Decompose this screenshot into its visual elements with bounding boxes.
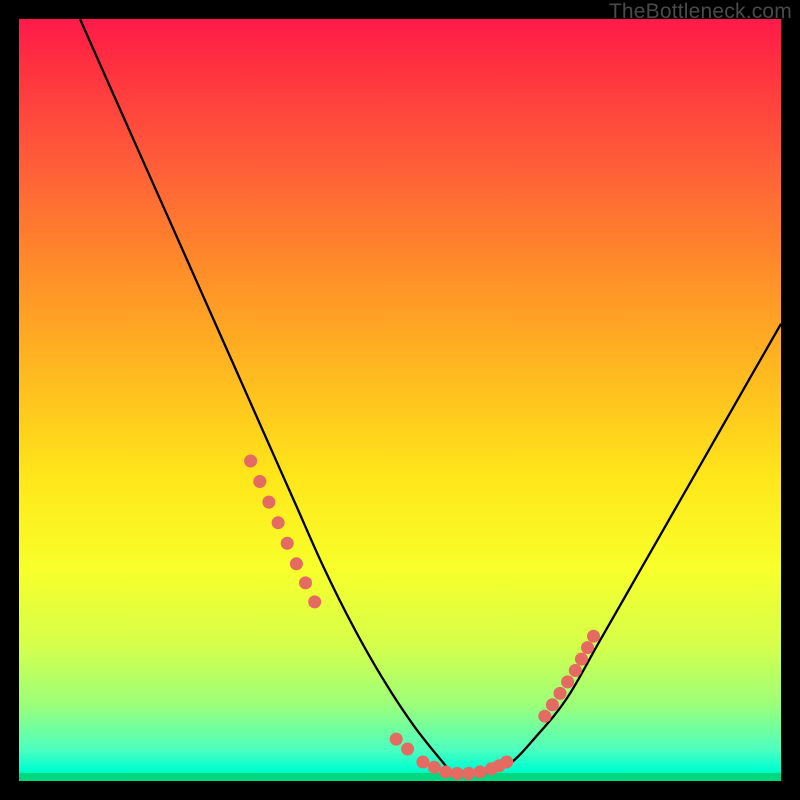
highlight-dot (439, 765, 452, 778)
highlight-dot (581, 641, 594, 654)
highlight-dot (401, 743, 414, 756)
bottleneck-chart (19, 19, 781, 781)
highlight-dot (587, 630, 600, 643)
highlight-dot (299, 576, 312, 589)
highlight-dot (569, 664, 582, 677)
highlight-dot (546, 698, 559, 711)
highlight-dot (290, 557, 303, 570)
highlight-dot (272, 516, 285, 529)
highlight-dots (244, 455, 600, 780)
highlight-dot (474, 765, 487, 778)
highlight-dot (451, 767, 464, 780)
highlight-dot (538, 710, 551, 723)
highlight-dot (390, 733, 403, 746)
bottleneck-curve (80, 19, 781, 774)
chart-frame (19, 19, 781, 781)
highlight-dot (554, 687, 567, 700)
highlight-dot (575, 653, 588, 666)
highlight-dot (253, 475, 266, 488)
highlight-dot (244, 455, 257, 468)
baseline-band (19, 773, 781, 781)
highlight-dot (500, 756, 513, 769)
highlight-dot (281, 537, 294, 550)
highlight-dot (428, 761, 441, 774)
highlight-dot (416, 756, 429, 769)
highlight-dot (308, 595, 321, 608)
highlight-dot (462, 767, 475, 780)
watermark-text: TheBottleneck.com (609, 0, 792, 24)
highlight-dot (262, 496, 275, 509)
highlight-dot (561, 675, 574, 688)
